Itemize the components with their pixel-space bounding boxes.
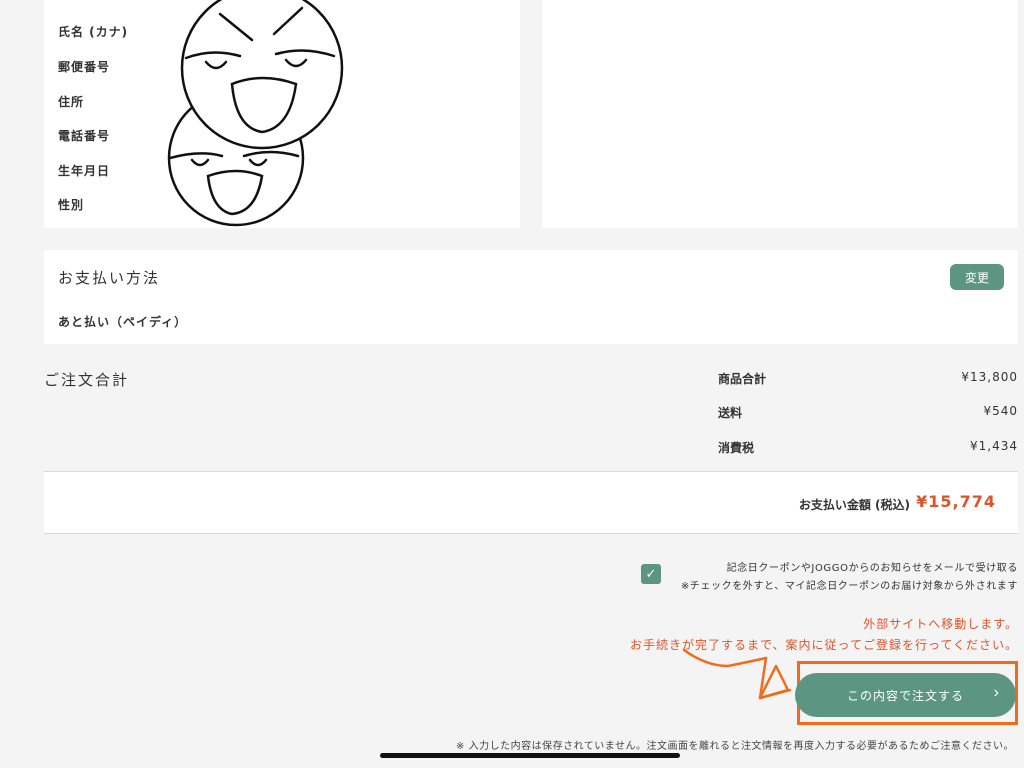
unsaved-footnote: ※ 入力した内容は保存されていません。注文画面を離れると注文情報を再度入力する必… (456, 741, 1014, 752)
external-site-notice: 外部サイトへ移動します。 (863, 617, 1018, 631)
shipping-fee-value: ¥540 (983, 404, 1018, 418)
check-icon: ✓ (645, 566, 657, 582)
hand-drawn-arrow-icon (682, 648, 792, 700)
home-indicator (380, 753, 680, 758)
payment-method-value: あと払い（ペイディ） (58, 315, 188, 329)
newsletter-consent-note: ※チェックを外すと、マイ記念日クーポンのお届け対象から外されます (680, 581, 1018, 592)
order-summary-title: ご注文合計 (44, 371, 130, 389)
field-label-phone: 電話番号 (58, 129, 111, 143)
registration-notice: お手続きが完了するまで、案内に従ってご登録を行ってください。 (630, 638, 1018, 652)
place-order-button[interactable]: この内容で注文する › (795, 673, 1016, 717)
tax-label: 消費税 (718, 441, 755, 455)
newsletter-consent-text: 記念日クーポンやJOGGOからのお知らせをメールで受け取る (726, 563, 1018, 574)
chevron-right-icon: › (993, 684, 1000, 701)
total-value: ¥15,774 (916, 492, 996, 511)
change-payment-button[interactable]: 変更 (950, 264, 1004, 290)
payment-method-card: お支払い方法 変更 あと払い（ペイディ） (44, 250, 1018, 344)
subtotal-label: 商品合計 (718, 372, 767, 386)
place-order-label: この内容で注文する (846, 688, 964, 703)
shipping-fee-label: 送料 (718, 406, 743, 420)
subtotal-value: ¥13,800 (961, 370, 1018, 384)
total-label: お支払い金額 (税込) (798, 498, 910, 512)
field-label-address: 住所 (58, 95, 85, 109)
field-label-birthday: 生年月日 (58, 164, 111, 178)
field-label-gender: 性別 (58, 198, 85, 212)
tax-value: ¥1,434 (970, 439, 1018, 453)
field-label-name-kana: 氏名 (カナ) (58, 25, 129, 39)
field-label-postal-code: 郵便番号 (58, 60, 111, 74)
shipping-info-card (542, 0, 1018, 228)
newsletter-checkbox[interactable]: ✓ (641, 564, 661, 584)
total-row: お支払い金額 (税込) ¥15,774 (44, 472, 1018, 533)
divider (44, 533, 1018, 534)
customer-info-card: 氏名 (カナ) 郵便番号 住所 電話番号 生年月日 性別 (44, 0, 520, 228)
payment-method-title: お支払い方法 (58, 269, 161, 287)
